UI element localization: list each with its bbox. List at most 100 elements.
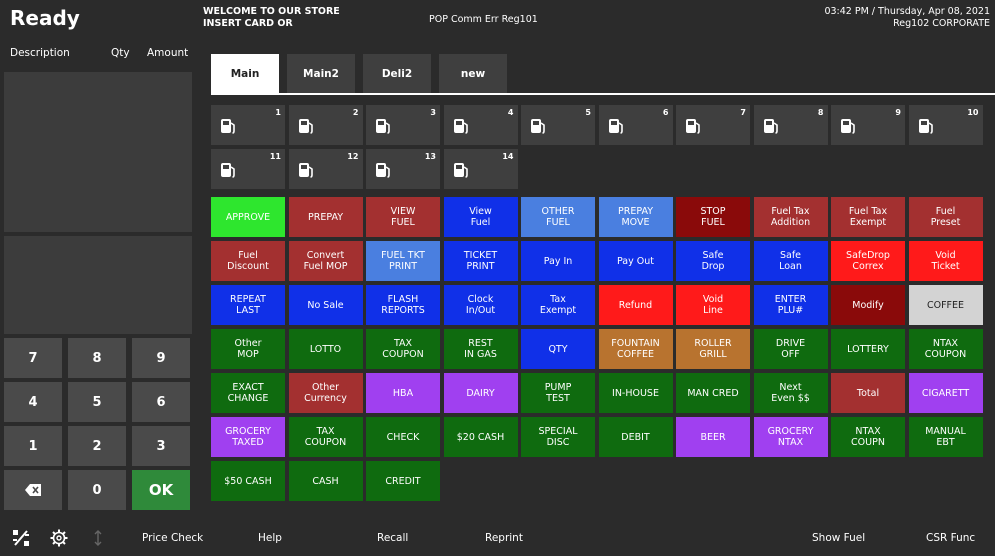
- btn-coffee[interactable]: COFFEE: [908, 285, 983, 325]
- discount-icon[interactable]: [12, 529, 30, 547]
- tab-new[interactable]: new: [439, 54, 507, 94]
- pump-5[interactable]: 5: [521, 105, 595, 145]
- btn-clock-in-out[interactable]: Clock In/Out: [443, 285, 518, 325]
- btn-void-line[interactable]: Void Line: [676, 285, 750, 325]
- btn-lottery[interactable]: LOTTERY: [831, 329, 905, 369]
- pump-12[interactable]: 12: [288, 149, 363, 189]
- btn-special-disc[interactable]: SPECIAL DISC: [521, 417, 595, 457]
- btn-beer[interactable]: BEER: [676, 417, 750, 457]
- up-down-arrow-icon[interactable]: [89, 529, 107, 547]
- pump-3[interactable]: 3: [366, 105, 440, 145]
- key-6[interactable]: 6: [132, 382, 190, 422]
- key-1[interactable]: 1: [4, 426, 62, 466]
- btn-view-fuel[interactable]: View Fuel: [443, 197, 518, 237]
- btn-fuel-discount[interactable]: Fuel Discount: [211, 241, 285, 281]
- btn-refund[interactable]: Refund: [598, 285, 673, 325]
- pump-7[interactable]: 7: [676, 105, 750, 145]
- recall-button[interactable]: Recall: [377, 532, 408, 544]
- btn-fuel-tax-addition[interactable]: Fuel Tax Addition: [753, 197, 828, 237]
- btn-lotto[interactable]: LOTTO: [288, 329, 363, 369]
- btn-prepay-move[interactable]: PREPAY MOVE: [598, 197, 673, 237]
- btn-ticket-print[interactable]: TICKET PRINT: [443, 241, 518, 281]
- btn-prepay[interactable]: PREPAY: [288, 197, 363, 237]
- btn-safe-loan[interactable]: Safe Loan: [753, 241, 828, 281]
- key-0[interactable]: 0: [68, 470, 126, 510]
- btn-repeat-last[interactable]: REPEAT LAST: [211, 285, 285, 325]
- price-check-button[interactable]: Price Check: [142, 532, 203, 544]
- btn-stop-fuel[interactable]: STOP FUEL: [676, 197, 750, 237]
- btn-fountain-coffee[interactable]: FOUNTAIN COFFEE: [598, 329, 673, 369]
- btn-cigarett[interactable]: CIGARETT: [908, 373, 983, 413]
- btn-in-house[interactable]: IN-HOUSE: [598, 373, 673, 413]
- tab-deli2[interactable]: Deli2: [363, 54, 431, 94]
- btn-safedrop-correx[interactable]: SafeDrop Correx: [831, 241, 905, 281]
- key-4[interactable]: 4: [4, 382, 62, 422]
- btn-cash[interactable]: CASH: [288, 461, 363, 501]
- btn-next-even[interactable]: Next Even $$: [753, 373, 828, 413]
- btn-view-fuel[interactable]: VIEW FUEL: [366, 197, 440, 237]
- btn-dairy[interactable]: DAIRY: [443, 373, 518, 413]
- btn-tax-coupon[interactable]: TAX COUPON: [366, 329, 440, 369]
- btn-fuel-preset[interactable]: Fuel Preset: [908, 197, 983, 237]
- pump-6[interactable]: 6: [598, 105, 673, 145]
- btn-ntax-coupon[interactable]: NTAX COUPON: [908, 329, 983, 369]
- btn-grocery-ntax[interactable]: GROCERY NTAX: [753, 417, 828, 457]
- show-fuel-button[interactable]: Show Fuel: [812, 532, 865, 544]
- btn-safe-drop[interactable]: Safe Drop: [676, 241, 750, 281]
- btn-fuel-tax-exempt[interactable]: Fuel Tax Exempt: [831, 197, 905, 237]
- pump-4[interactable]: 4: [443, 105, 518, 145]
- btn-other-mop[interactable]: Other MOP: [211, 329, 285, 369]
- btn-50-cash[interactable]: $50 CASH: [211, 461, 285, 501]
- btn-ntax-coupn[interactable]: NTAX COUPN: [831, 417, 905, 457]
- btn-pump-test[interactable]: PUMP TEST: [521, 373, 595, 413]
- pump-14[interactable]: 14: [443, 149, 518, 189]
- btn-enter-plu[interactable]: ENTER PLU#: [753, 285, 828, 325]
- btn-convert-fuel-mop[interactable]: Convert Fuel MOP: [288, 241, 363, 281]
- btn-void-ticket[interactable]: Void Ticket: [908, 241, 983, 281]
- pump-9[interactable]: 9: [831, 105, 905, 145]
- btn-tax-coupon[interactable]: TAX COUPON: [288, 417, 363, 457]
- btn-man-cred[interactable]: MAN CRED: [676, 373, 750, 413]
- help-button[interactable]: Help: [258, 532, 282, 544]
- pump-8[interactable]: 8: [753, 105, 828, 145]
- key-3[interactable]: 3: [132, 426, 190, 466]
- pump-2[interactable]: 2: [288, 105, 363, 145]
- btn-exact-change[interactable]: EXACT CHANGE: [211, 373, 285, 413]
- btn-debit[interactable]: DEBIT: [598, 417, 673, 457]
- btn-hba[interactable]: HBA: [366, 373, 440, 413]
- btn-total[interactable]: Total: [831, 373, 905, 413]
- backspace-key[interactable]: [4, 470, 62, 510]
- pump-1[interactable]: 1: [211, 105, 285, 145]
- btn-flash-reports[interactable]: FLASH REPORTS: [366, 285, 440, 325]
- btn-20-cash[interactable]: $20 CASH: [443, 417, 518, 457]
- tab-main2[interactable]: Main2: [287, 54, 355, 94]
- pump-10[interactable]: 10: [908, 105, 983, 145]
- key-8[interactable]: 8: [68, 338, 126, 378]
- btn-pay-out[interactable]: Pay Out: [598, 241, 673, 281]
- key-7[interactable]: 7: [4, 338, 62, 378]
- btn-qty[interactable]: QTY: [521, 329, 595, 369]
- btn-pay-in[interactable]: Pay In: [521, 241, 595, 281]
- tab-main[interactable]: Main: [211, 54, 279, 94]
- reprint-button[interactable]: Reprint: [485, 532, 523, 544]
- btn-fuel-tkt-print[interactable]: FUEL TKT PRINT: [366, 241, 440, 281]
- csr-func-button[interactable]: CSR Func: [926, 532, 975, 544]
- btn-other-fuel[interactable]: OTHER FUEL: [521, 197, 595, 237]
- transaction-list[interactable]: [4, 72, 192, 232]
- pump-11[interactable]: 11: [211, 149, 285, 189]
- key-2[interactable]: 2: [68, 426, 126, 466]
- btn-rest-in-gas[interactable]: REST IN GAS: [443, 329, 518, 369]
- key-9[interactable]: 9: [132, 338, 190, 378]
- btn-drive-off[interactable]: DRIVE OFF: [753, 329, 828, 369]
- btn-manual-ebt[interactable]: MANUAL EBT: [908, 417, 983, 457]
- ok-key[interactable]: OK: [132, 470, 190, 510]
- key-5[interactable]: 5: [68, 382, 126, 422]
- btn-check[interactable]: CHECK: [366, 417, 440, 457]
- btn-modify[interactable]: Modify: [831, 285, 905, 325]
- pump-13[interactable]: 13: [366, 149, 440, 189]
- btn-other-currency[interactable]: Other Currency: [288, 373, 363, 413]
- btn-credit[interactable]: CREDIT: [366, 461, 440, 501]
- settings-gear-icon[interactable]: [50, 529, 68, 547]
- btn-tax-exempt[interactable]: Tax Exempt: [521, 285, 595, 325]
- btn-approve[interactable]: APPROVE: [211, 197, 285, 237]
